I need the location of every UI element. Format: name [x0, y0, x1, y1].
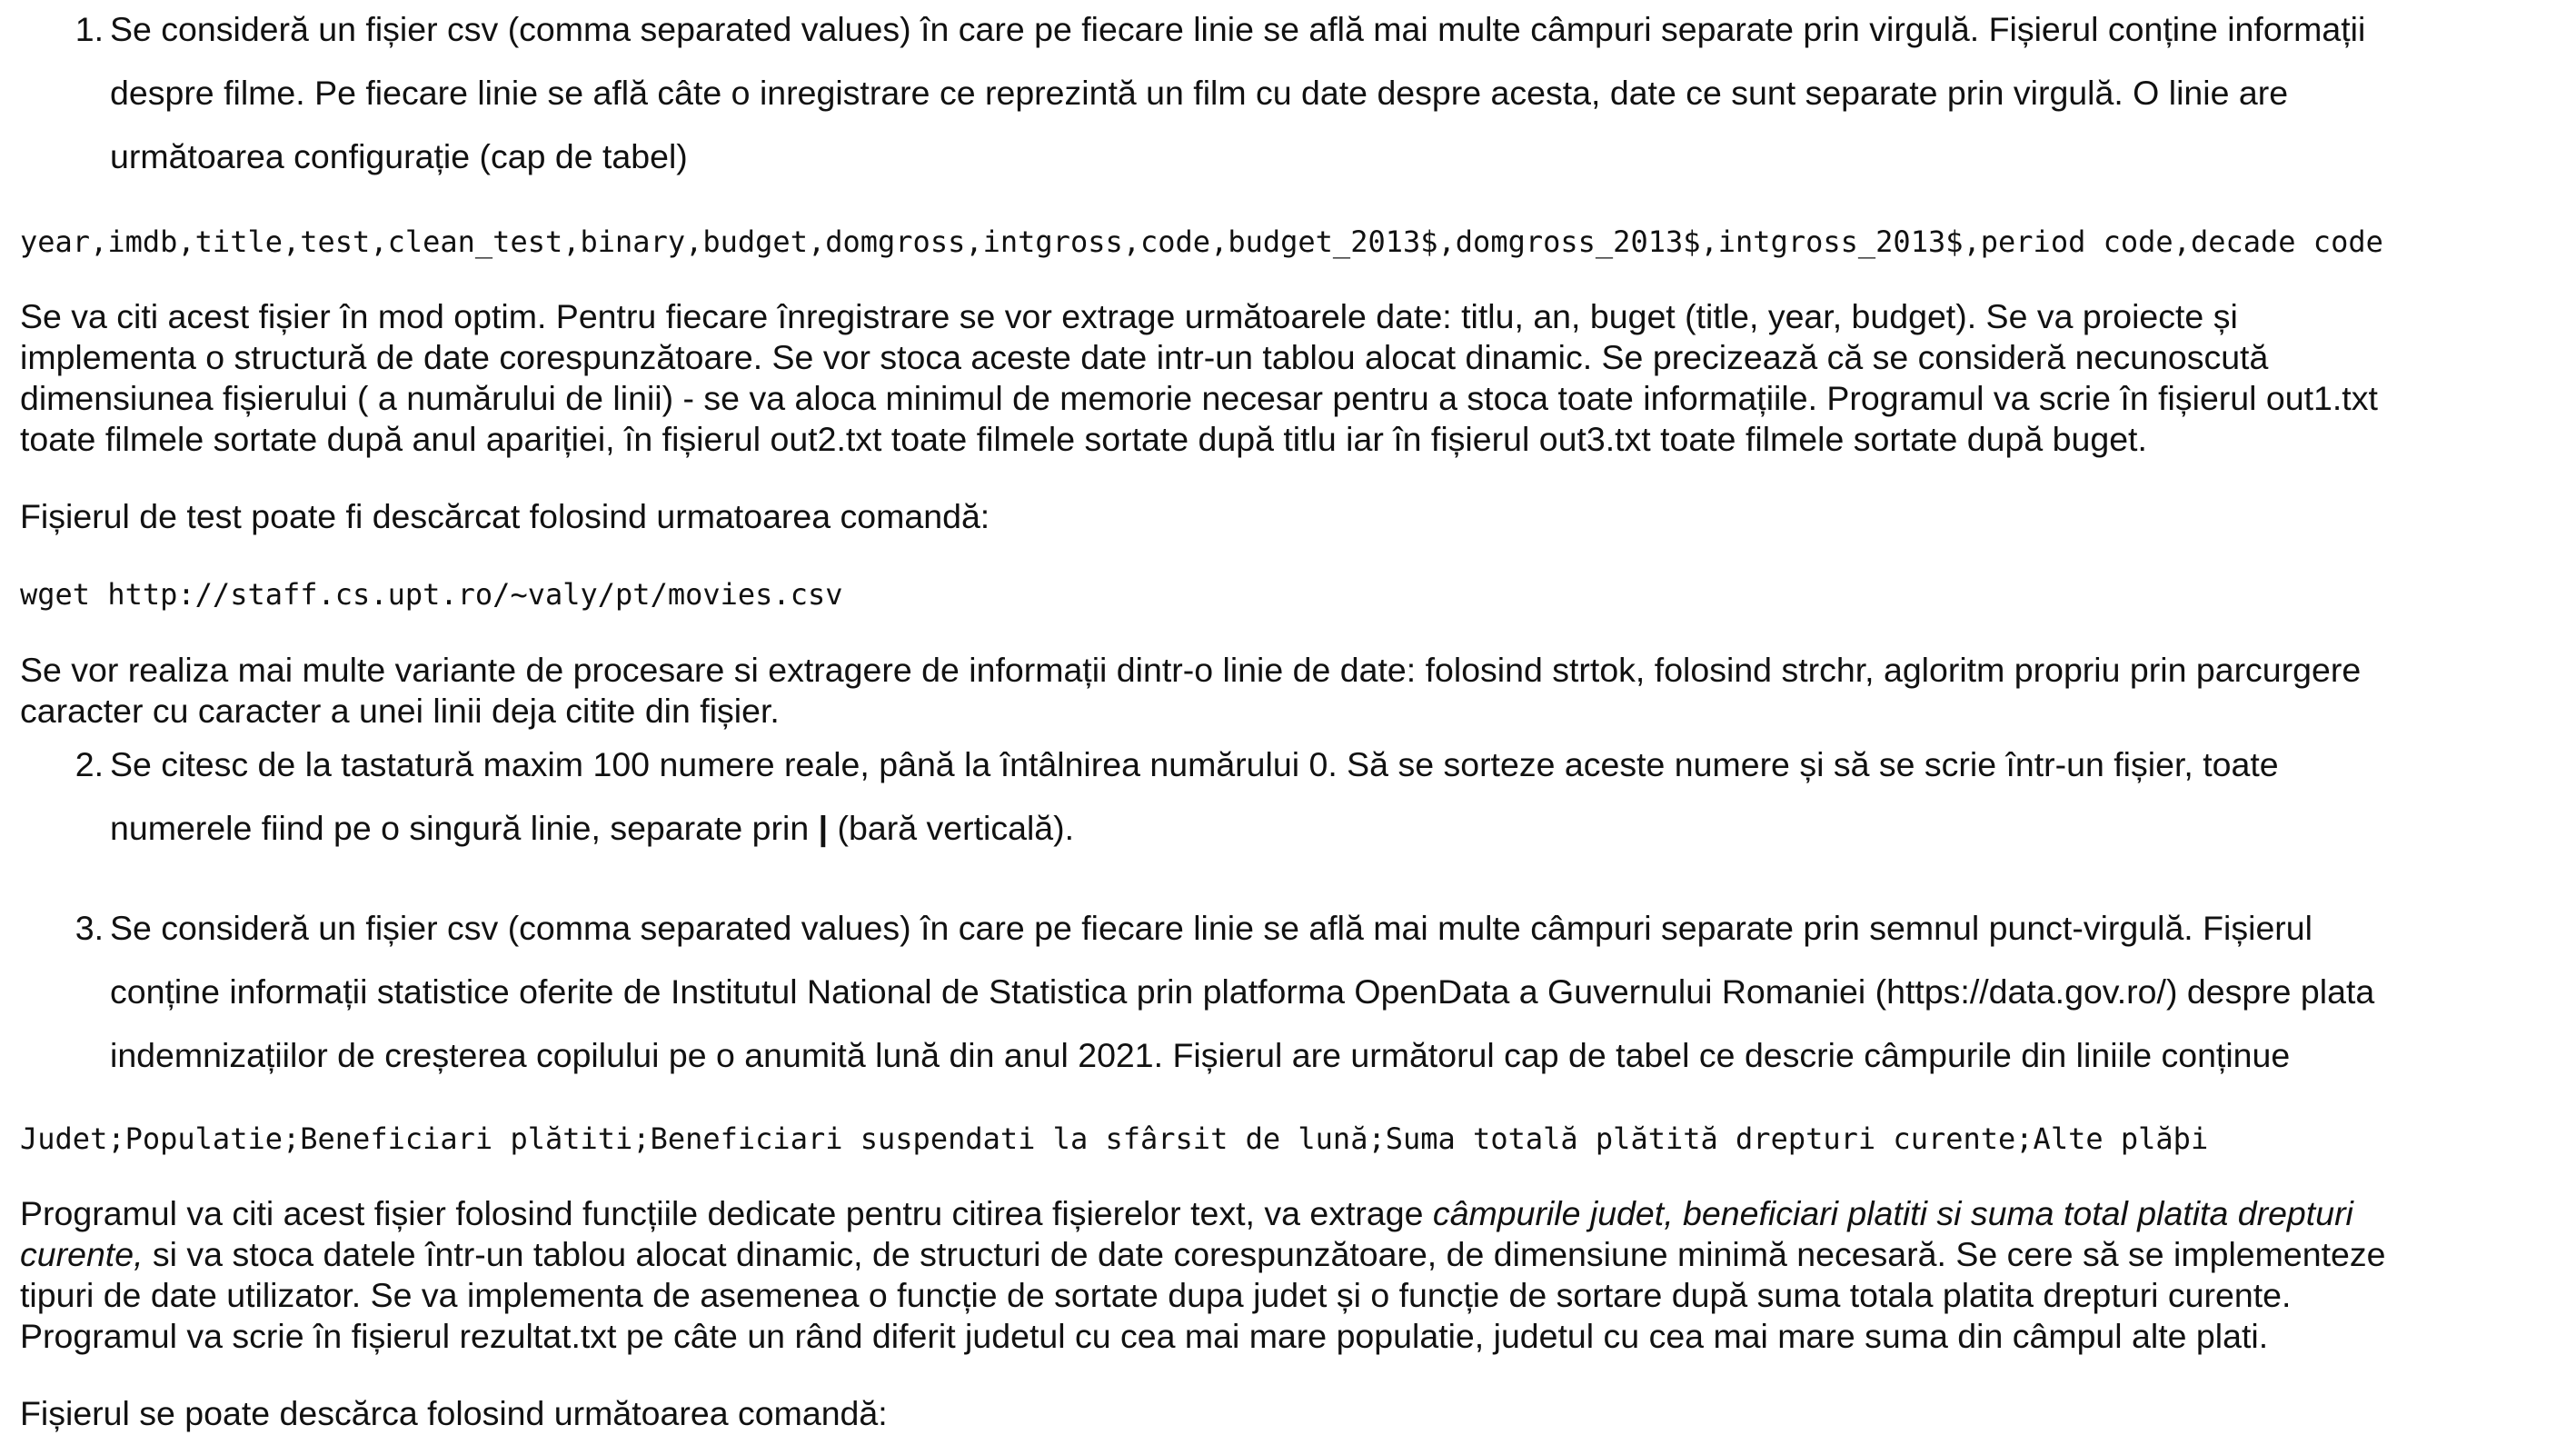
- list-item-text: Se consideră un fișier csv (comma separa…: [110, 0, 2558, 188]
- code-csv-header-judet: Judet;Populatie;Beneficiari plătiti;Bene…: [20, 1121, 2209, 1156]
- italic-segment: câmpurile judet, beneficiari platiti si …: [1432, 1194, 2353, 1232]
- text-line: următoarea configurație (cap de tabel): [110, 137, 688, 175]
- list-item-text: Se citesc de la tastatură maxim 100 nume…: [110, 732, 2558, 860]
- text-line: curente, si va stoca datele într-un tabl…: [20, 1234, 2567, 1275]
- paragraph-download-hint-2: Fișierul se poate descărca folosind urmă…: [20, 1394, 888, 1432]
- list-number: 2.: [75, 745, 104, 783]
- paragraph-download-hint: Fișierul de test poate fi descărcat folo…: [20, 497, 990, 535]
- code-wget-movies: wget http://staff.cs.upt.ro/~valy/pt/mov…: [20, 577, 843, 612]
- text-line: Programul va citi acest fișier folosind …: [20, 1193, 2567, 1234]
- list-item-text: Se consideră un fișier csv (comma separa…: [110, 896, 2558, 1087]
- vertical-bar-glyph: |: [818, 809, 829, 847]
- text-line: Se consideră un fișier csv (comma separa…: [110, 909, 2312, 947]
- paragraph-movies-processing: Se va citi acest fișier în mod optim. Pe…: [20, 296, 2567, 460]
- text-line: despre filme. Pe fiecare linie se află c…: [110, 74, 2289, 112]
- italic-segment: curente,: [20, 1235, 144, 1273]
- text-line: Se consideră un fișier csv (comma separa…: [110, 10, 2366, 48]
- text-line: toate filmele sortate după anul apariție…: [20, 420, 2147, 458]
- text-segment: Programul va citi acest fișier folosind …: [20, 1194, 1433, 1232]
- text-line: indemnizațiilor de creșterea copilului p…: [110, 1036, 2291, 1074]
- paragraph-program-requirements: Programul va citi acest fișier folosind …: [20, 1193, 2567, 1357]
- text-line: Programul va scrie în fișierul rezultat.…: [20, 1317, 2269, 1355]
- text-line: Se vor realiza mai multe variante de pro…: [20, 651, 2362, 689]
- text-segment: (bară verticală).: [828, 809, 1075, 847]
- list-number: 3.: [75, 909, 104, 947]
- text-line: Se va citi acest fișier în mod optim. Pe…: [20, 297, 2238, 335]
- document-page: 1. Se consideră un fișier csv (comma sep…: [0, 0, 2576, 1445]
- text-line: conține informații statistice oferite de…: [110, 972, 2375, 1011]
- text-line: Se citesc de la tastatură maxim 100 nume…: [110, 745, 2279, 783]
- text-line: tipuri de date utilizator. Se va impleme…: [20, 1276, 2292, 1314]
- text-line: dimensiunea fișierului ( a numărului de …: [20, 379, 2378, 417]
- text-line: implementa o structură de date corespunz…: [20, 338, 2269, 376]
- text-segment: si va stoca datele într-un tablou alocat…: [143, 1235, 2386, 1273]
- list-number: 1.: [75, 10, 104, 48]
- code-csv-header-movies: year,imdb,title,test,clean_test,binary,b…: [20, 224, 2383, 259]
- text-line: caracter cu caracter a unei linii deja c…: [20, 692, 780, 730]
- paragraph-processing-variants: Se vor realiza mai multe variante de pro…: [20, 650, 2567, 732]
- text-line: numerele fiind pe o singură linie, separ…: [110, 796, 2558, 860]
- text-segment: numerele fiind pe o singură linie, separ…: [110, 809, 819, 847]
